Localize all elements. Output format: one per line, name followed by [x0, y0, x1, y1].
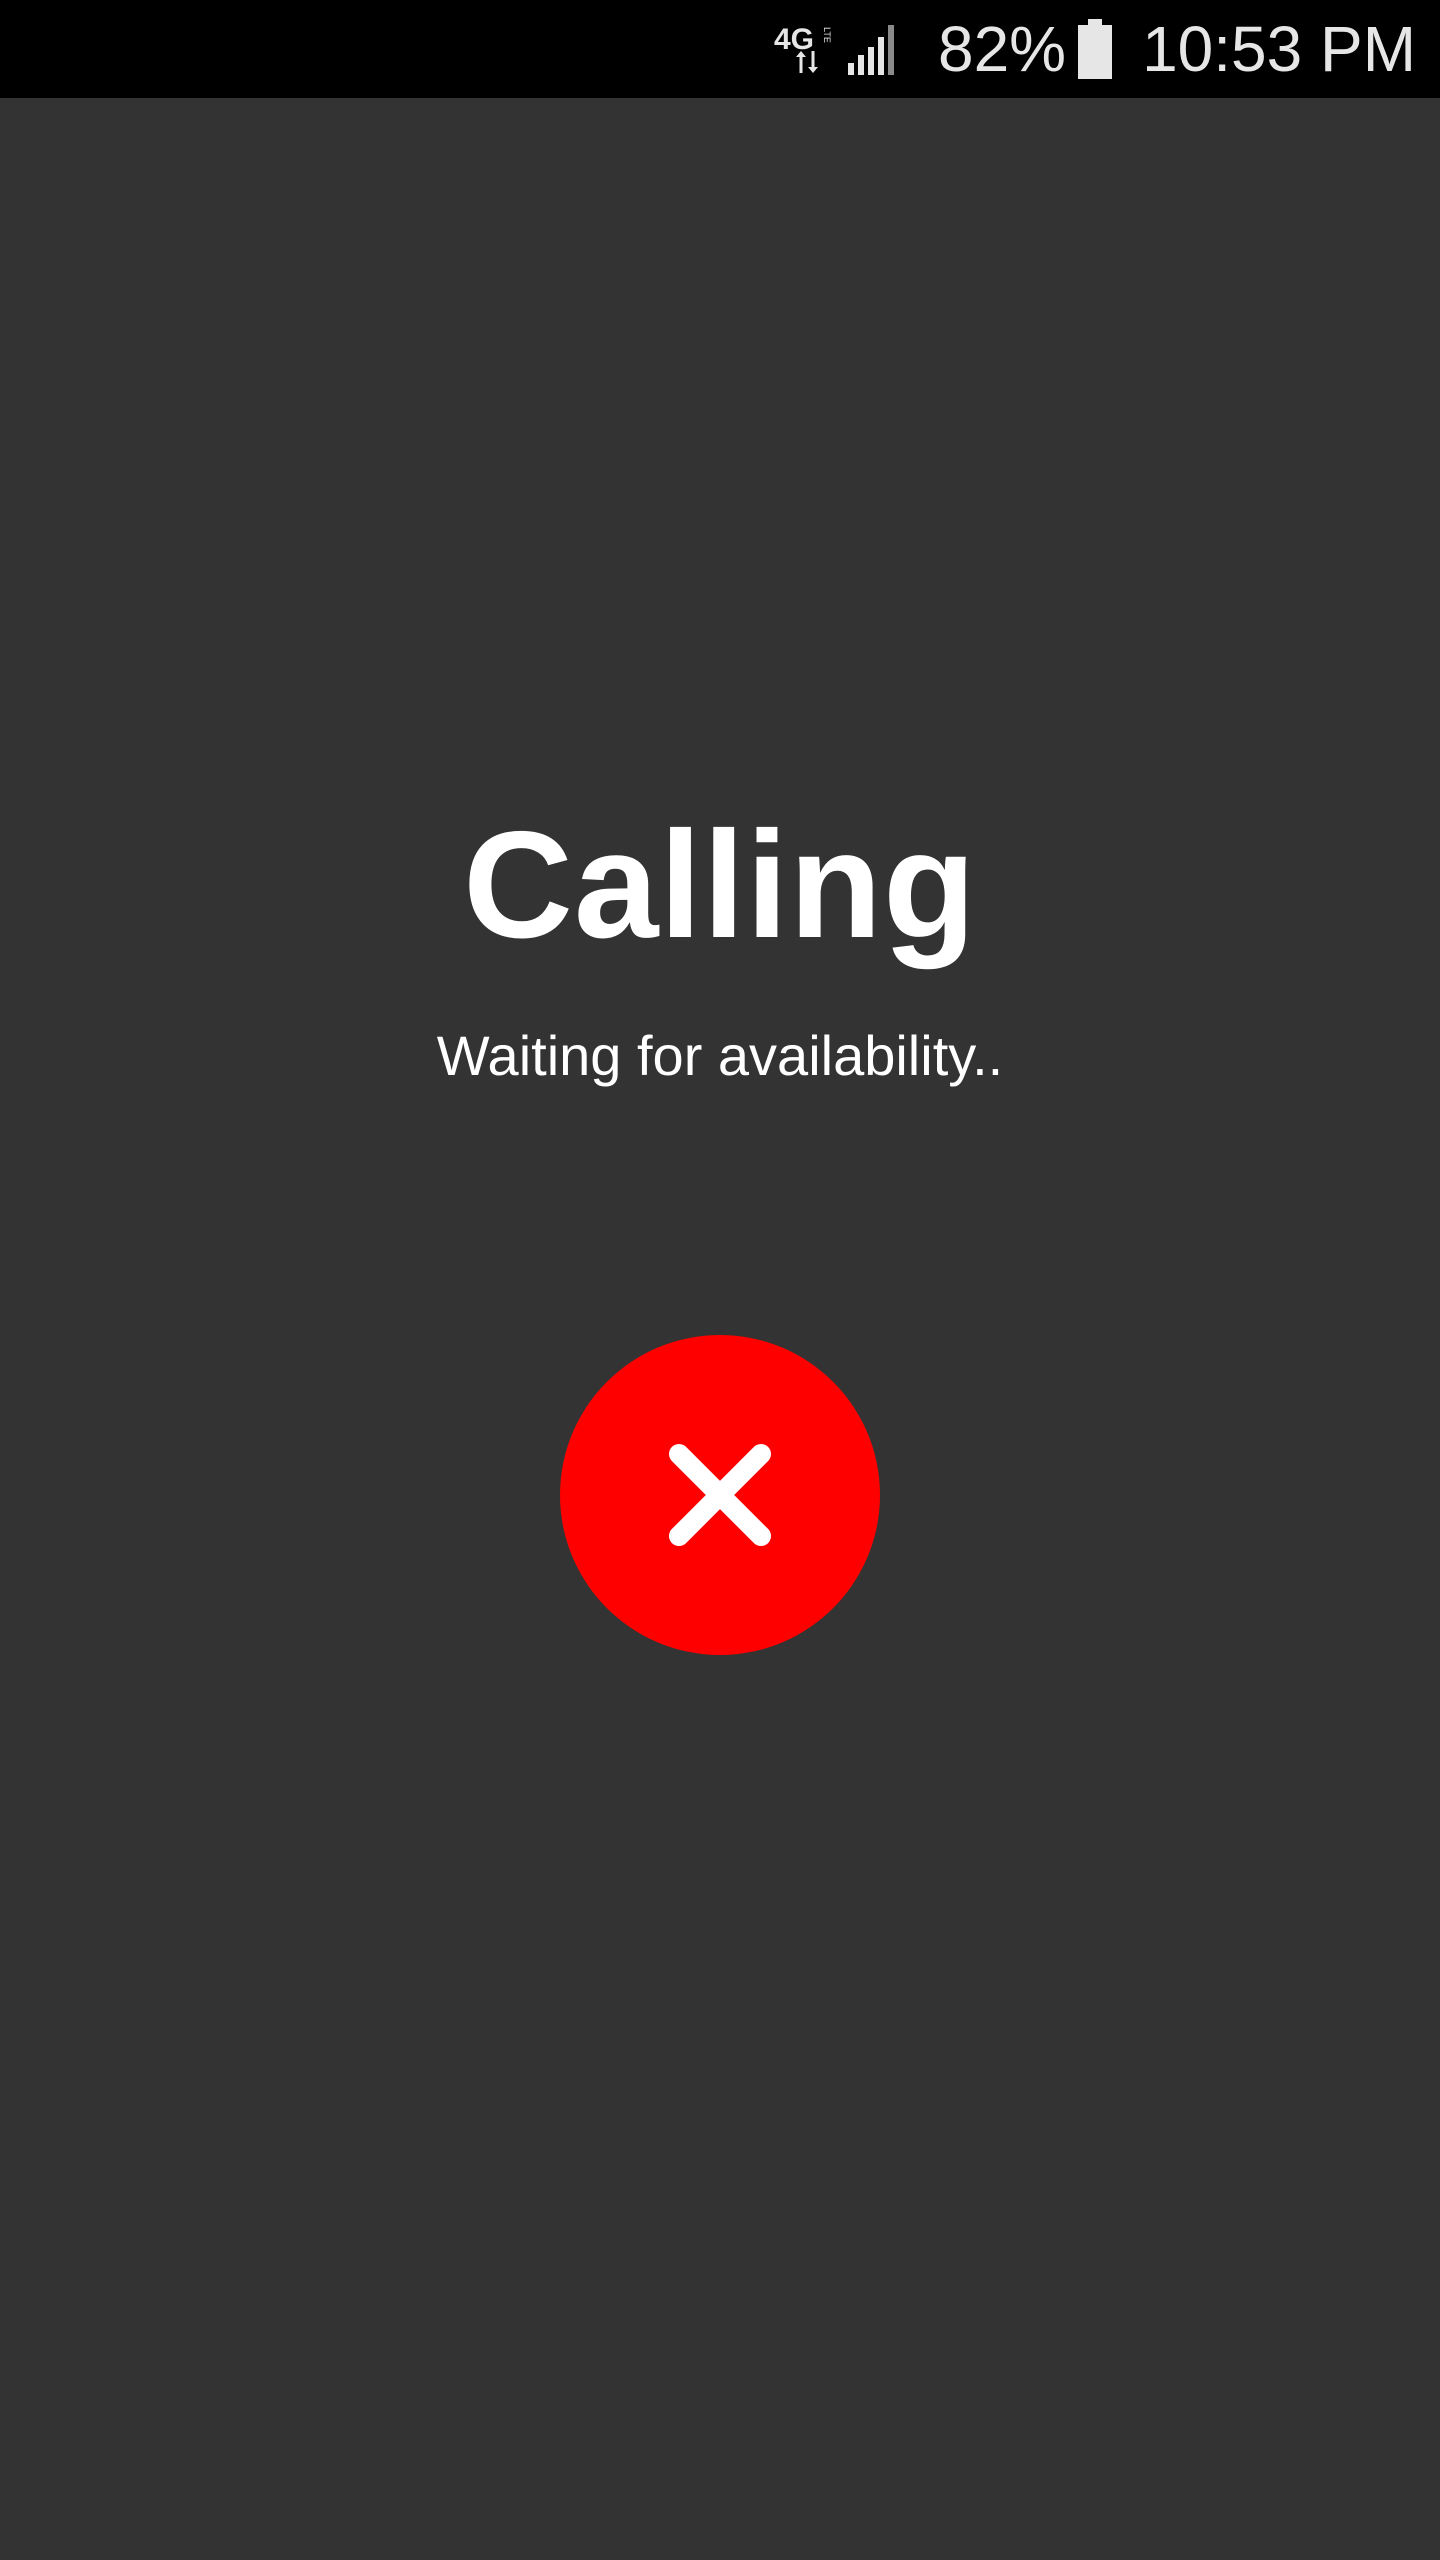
close-icon: [669, 1444, 771, 1546]
call-screen: 4G LTE 82% 10:53 PM Calling Waiting for …: [0, 0, 1440, 2560]
svg-text:LTE: LTE: [822, 27, 832, 43]
signal-strength-icon: [847, 25, 894, 75]
clock: 10:53 PM: [1142, 13, 1416, 85]
battery-icon: [1078, 19, 1113, 79]
status-bar: 4G LTE 82% 10:53 PM: [0, 0, 1440, 98]
4g-lte-icon: 4G LTE: [774, 23, 832, 73]
svg-text:4G: 4G: [774, 23, 814, 56]
call-title: Calling: [463, 800, 977, 970]
battery-percent: 82%: [937, 13, 1067, 85]
call-status-text: Waiting for availability..: [436, 1024, 1004, 1087]
end-call-button[interactable]: [560, 1335, 880, 1655]
